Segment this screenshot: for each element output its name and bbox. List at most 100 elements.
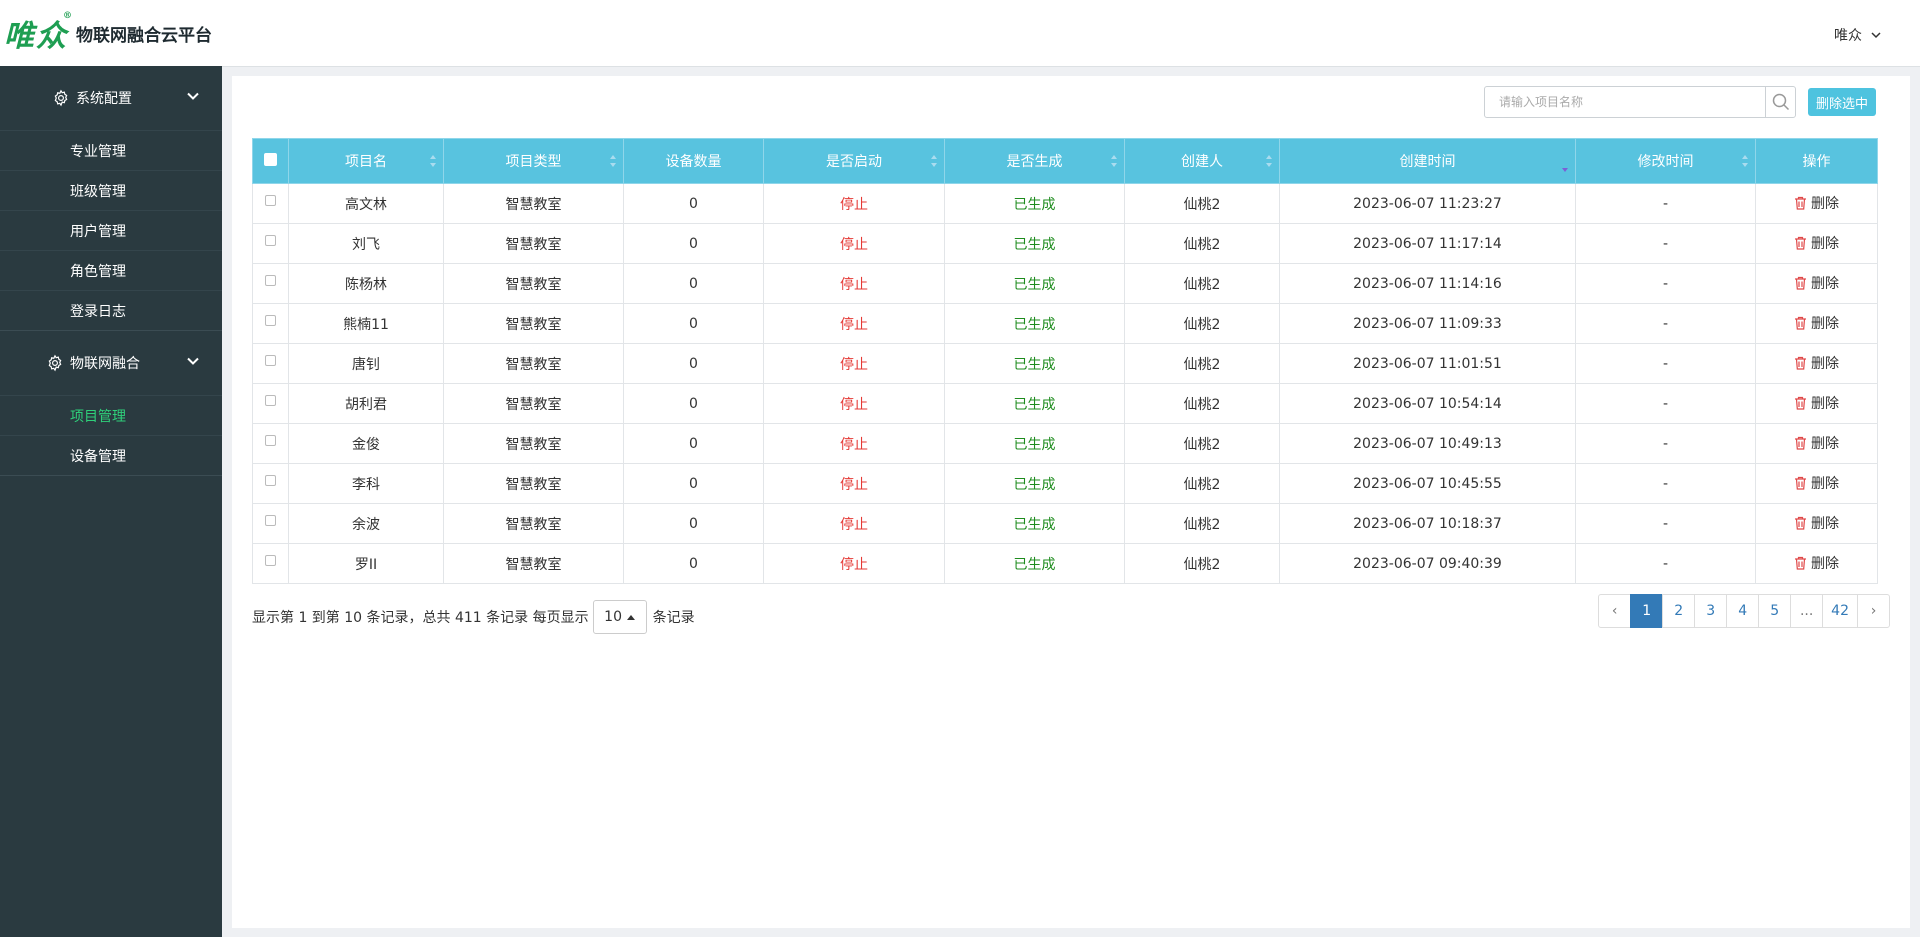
page-4-button[interactable]: 4 (1726, 594, 1760, 628)
cell-started: 停止 (763, 463, 945, 504)
col-project-type[interactable]: 项目类型 (443, 138, 624, 184)
delete-selected-button[interactable]: 删除选中 (1808, 88, 1876, 116)
row-checkbox[interactable] (265, 275, 276, 286)
cell-project-type-text: 智慧教室 (505, 516, 562, 533)
sidebar-item-roles[interactable]: 角色管理 (0, 250, 222, 290)
sort-desc-icon (1562, 168, 1568, 172)
delete-row-button[interactable]: 删除 (1794, 273, 1839, 293)
col-modified-time[interactable]: 修改时间 (1575, 138, 1756, 184)
page-42-button[interactable]: 42 (1822, 594, 1858, 628)
cell-actions: 删除 (1755, 543, 1878, 584)
delete-row-button[interactable]: 删除 (1794, 473, 1839, 493)
delete-row-button[interactable]: 删除 (1794, 393, 1839, 413)
row-checkbox-cell (252, 383, 289, 424)
cell-generated: 已生成 (944, 263, 1125, 304)
row-checkbox-cell (252, 343, 289, 384)
cell-started-text: 停止 (840, 436, 868, 453)
cell-project-type-text: 智慧教室 (505, 196, 562, 213)
pager-info-prefix: 显示第 1 到第 10 条记录，总共 411 条记录 每页显示 (252, 610, 589, 626)
delete-row-button[interactable]: 删除 (1794, 513, 1839, 533)
sidebar-item-major[interactable]: 专业管理 (0, 130, 222, 170)
cell-creator-text: 仙桃2 (1183, 436, 1221, 453)
menu-head-system[interactable]: 系统配置 (0, 66, 222, 130)
chevron-down-icon (187, 357, 199, 365)
sidebar-item-login-log[interactable]: 登录日志 (0, 290, 222, 330)
cell-project-name: 刘飞 (288, 223, 444, 264)
search-button[interactable] (1765, 87, 1795, 117)
page-1-button[interactable]: 1 (1630, 594, 1664, 628)
cell-project-type-text: 智慧教室 (505, 316, 562, 333)
col-creator[interactable]: 创建人 (1124, 138, 1280, 184)
cell-modified-time-text: - (1662, 195, 1669, 212)
row-checkbox[interactable] (265, 515, 276, 526)
delete-row-button[interactable]: 删除 (1794, 353, 1839, 373)
cell-generated: 已生成 (944, 383, 1125, 424)
col-started[interactable]: 是否启动 (763, 138, 945, 184)
cell-modified-time: - (1575, 423, 1756, 464)
page-prev-button[interactable]: ‹ (1598, 594, 1632, 628)
page-ellipsis-button[interactable]: ... (1790, 594, 1824, 628)
delete-row-button[interactable]: 删除 (1794, 553, 1839, 573)
cell-started-text: 停止 (840, 516, 868, 533)
row-checkbox[interactable] (265, 315, 276, 326)
cell-started: 停止 (763, 543, 945, 584)
row-checkbox[interactable] (265, 555, 276, 566)
sidebar-item-label: 角色管理 (70, 263, 126, 280)
sidebar-item-class[interactable]: 班级管理 (0, 170, 222, 210)
menu-head-iot[interactable]: 物联网融合 (0, 331, 222, 395)
page-size-select[interactable]: 10 (592, 600, 647, 634)
cell-creator: 仙桃2 (1124, 543, 1280, 584)
trash-icon (1795, 476, 1806, 490)
search-input[interactable] (1485, 87, 1765, 117)
user-menu[interactable]: 唯众 (1834, 25, 1882, 45)
sidebar-item-projects[interactable]: 项目管理 (0, 395, 222, 435)
menu-head-label: 物联网融合 (70, 356, 140, 372)
col-created-time[interactable]: 创建时间 (1279, 138, 1576, 184)
delete-row-label: 删除 (1811, 476, 1839, 492)
delete-row-button[interactable]: 删除 (1794, 233, 1839, 253)
cell-started: 停止 (763, 183, 945, 224)
delete-row-label: 删除 (1811, 236, 1839, 252)
cell-actions: 删除 (1755, 303, 1878, 344)
select-all-checkbox[interactable] (264, 152, 277, 166)
cell-project-name-text: 胡利君 (345, 396, 387, 413)
col-project-name[interactable]: 项目名 (288, 138, 444, 184)
page-5-button[interactable]: 5 (1758, 594, 1792, 628)
cell-started-text: 停止 (840, 276, 868, 293)
cell-started: 停止 (763, 423, 945, 464)
cell-project-type: 智慧教室 (443, 183, 624, 224)
project-table: 项目名 项目类型 设备数量 是否启动 是否生成 创建人 创建时间 修改时间 操作… (252, 138, 1878, 584)
col-generated[interactable]: 是否生成 (944, 138, 1125, 184)
cell-generated: 已生成 (944, 463, 1125, 504)
row-checkbox[interactable] (265, 435, 276, 446)
cell-project-name: 李科 (288, 463, 444, 504)
table-row: 余波 智慧教室 0 停止 已生成 仙桃2 2023-06-07 10:18:37 - 删除 (252, 503, 1878, 544)
row-checkbox-cell (252, 223, 289, 264)
sidebar: 唯众 ® 物联网融合云平台 系统配置 专业管理 班级管理 用户管理 角色管理 登录… (0, 0, 222, 937)
cell-started-text: 停止 (840, 316, 868, 333)
cell-generated: 已生成 (944, 343, 1125, 384)
row-checkbox[interactable] (265, 395, 276, 406)
cell-started-text: 停止 (840, 556, 868, 573)
caret-up-icon (627, 614, 635, 620)
page-2-button[interactable]: 2 (1662, 594, 1696, 628)
delete-row-button[interactable]: 删除 (1794, 433, 1839, 453)
page-next-button[interactable]: › (1857, 594, 1890, 628)
sidebar-item-devices[interactable]: 设备管理 (0, 435, 222, 475)
cell-project-type: 智慧教室 (443, 503, 624, 544)
delete-row-button[interactable]: 删除 (1794, 313, 1839, 333)
cell-modified-time-text: - (1662, 435, 1669, 452)
row-checkbox[interactable] (265, 235, 276, 246)
cell-creator-text: 仙桃2 (1183, 196, 1221, 213)
row-checkbox[interactable] (265, 355, 276, 366)
trash-icon (1795, 236, 1806, 250)
cell-generated-text: 已生成 (1013, 316, 1056, 333)
delete-row-button[interactable]: 删除 (1794, 193, 1839, 213)
cell-creator: 仙桃2 (1124, 183, 1280, 224)
page-3-button[interactable]: 3 (1694, 594, 1728, 628)
cell-generated-text: 已生成 (1013, 556, 1056, 573)
sort-icon (430, 155, 436, 167)
sidebar-item-users[interactable]: 用户管理 (0, 210, 222, 250)
row-checkbox[interactable] (265, 195, 276, 206)
row-checkbox[interactable] (265, 475, 276, 486)
